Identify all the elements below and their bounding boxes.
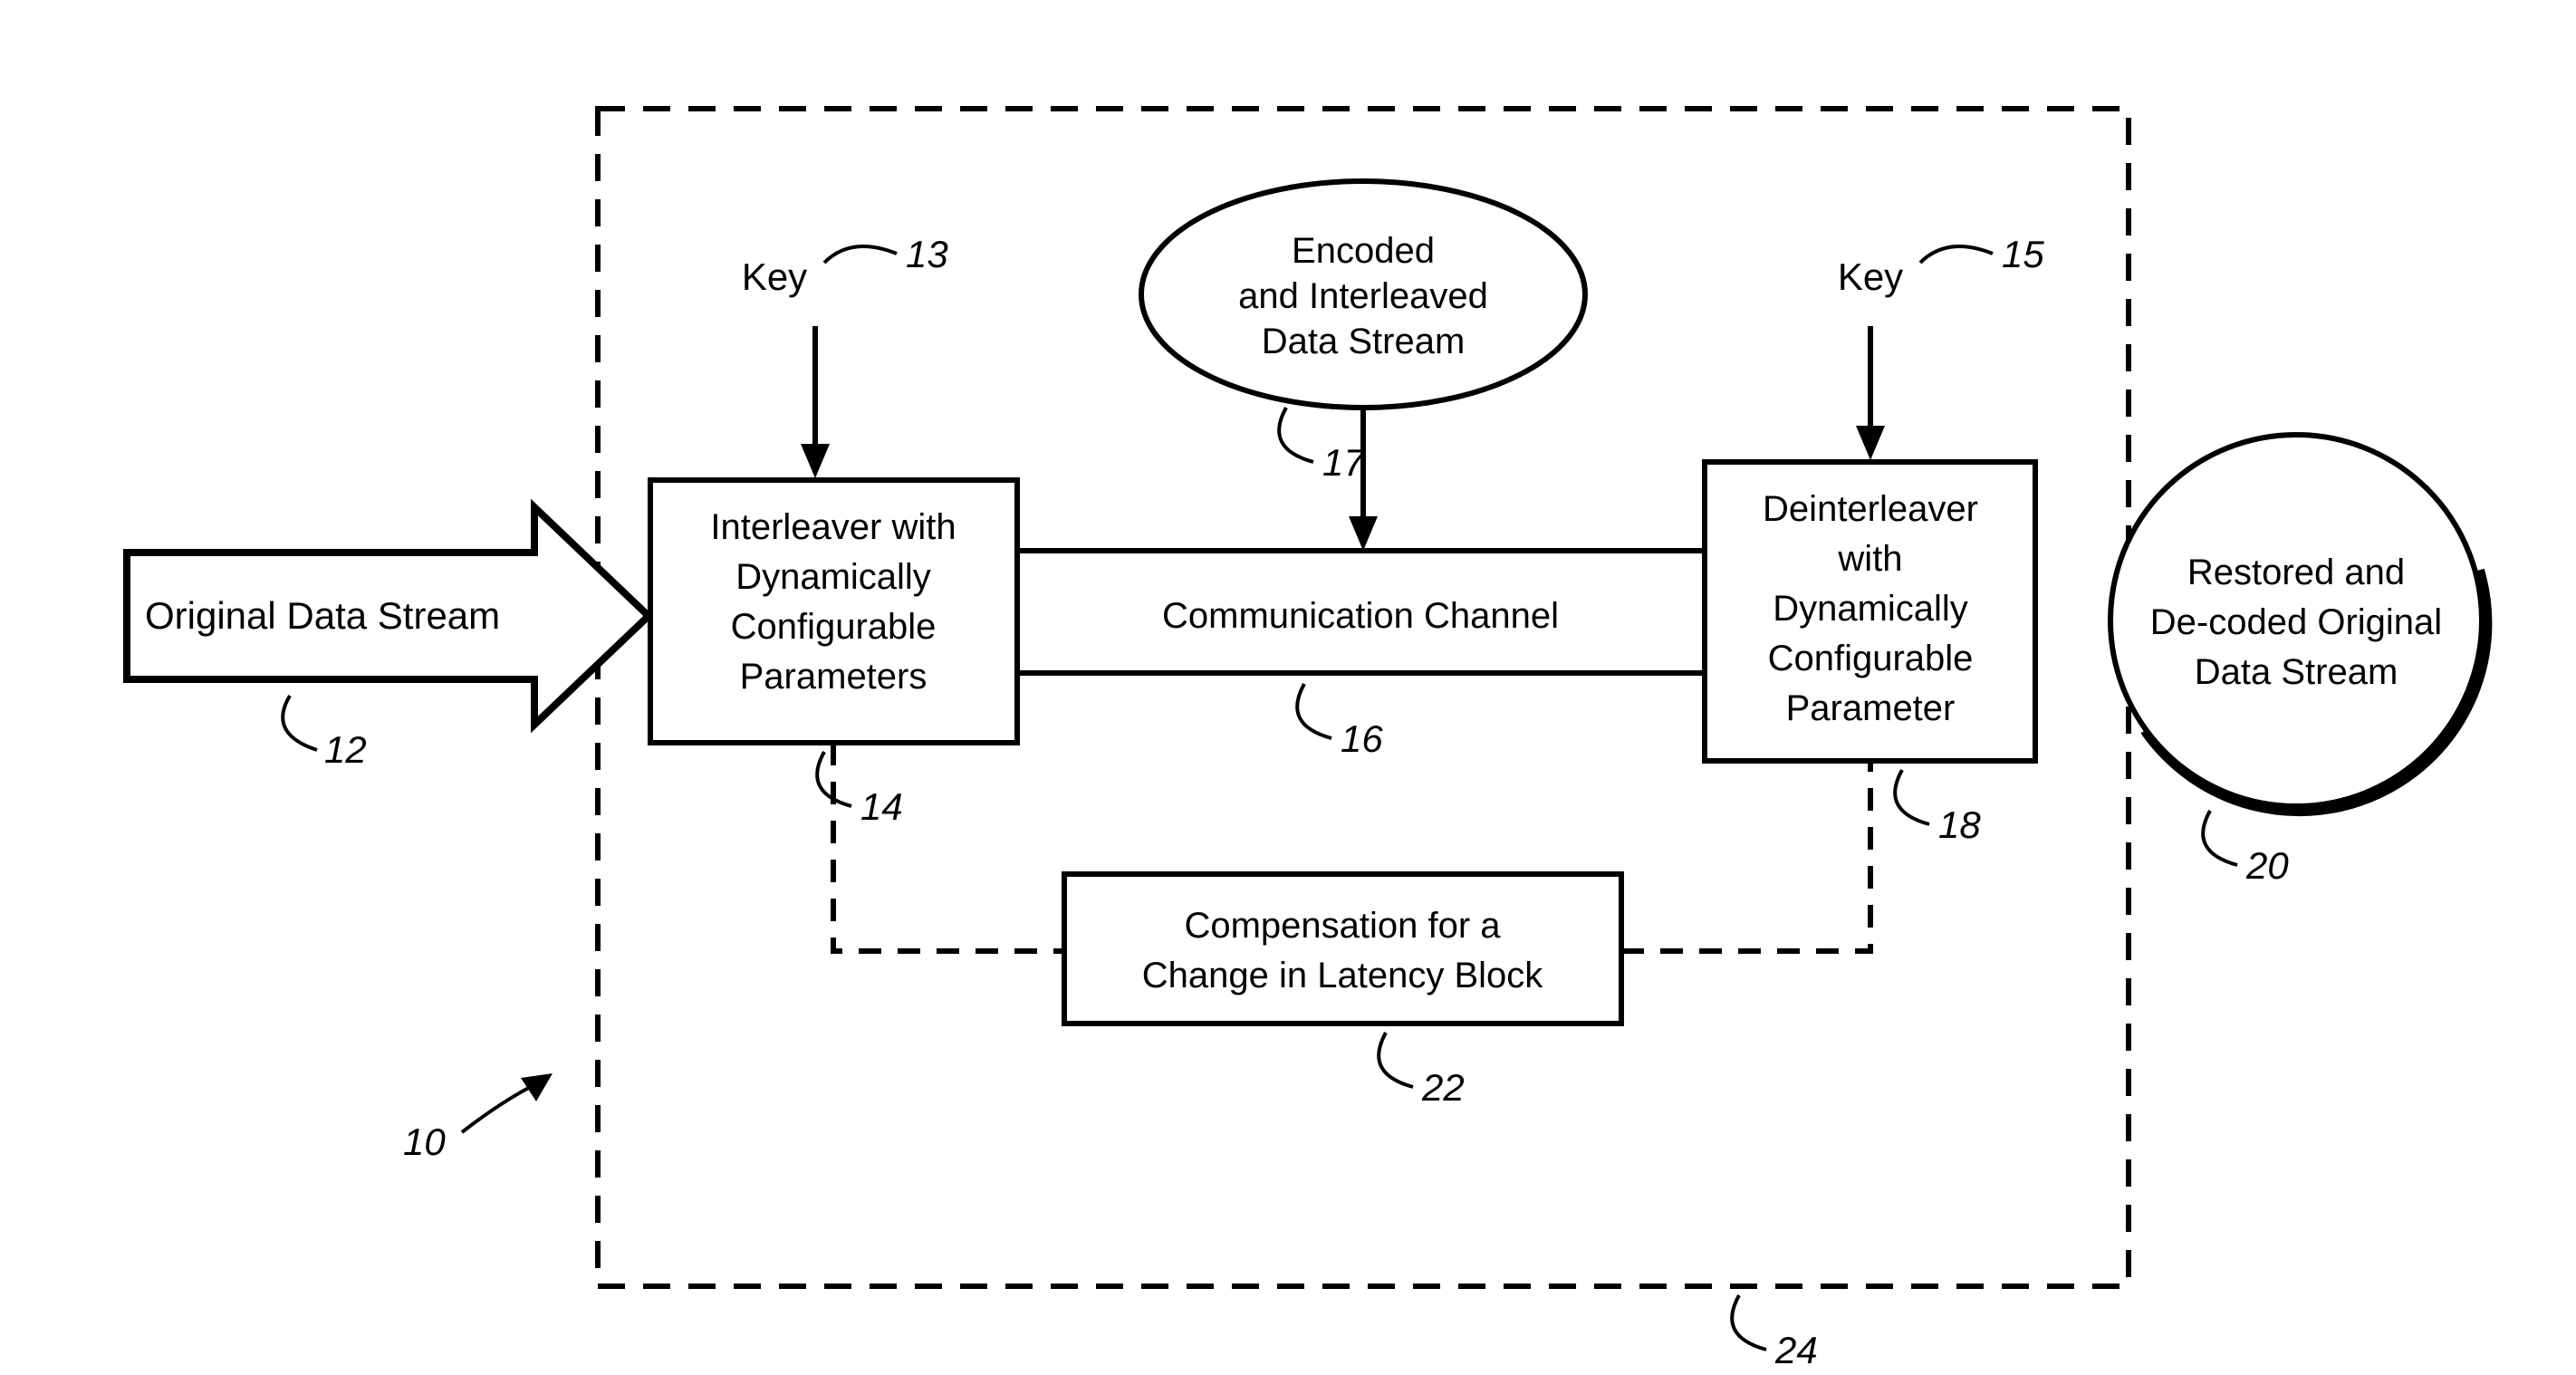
svg-text:Communication Channel: Communication Channel: [1162, 596, 1559, 636]
svg-text:15: 15: [2002, 233, 2044, 275]
ref-16: 16: [1297, 684, 1383, 760]
svg-text:and Interleaved: and Interleaved: [1238, 276, 1488, 316]
svg-text:Key: Key: [742, 255, 807, 298]
compensation-box: Compensation for a Change in Latency Blo…: [1064, 874, 1621, 1024]
svg-text:18: 18: [1938, 803, 1981, 846]
ref-24: 24: [1732, 1295, 1818, 1371]
svg-text:13: 13: [906, 233, 948, 275]
ref-18: 18: [1895, 770, 1981, 846]
channel-box: Communication Channel: [1017, 551, 1705, 673]
svg-text:14: 14: [860, 785, 903, 828]
svg-text:Compensation for a: Compensation for a: [1184, 906, 1501, 946]
svg-text:24: 24: [1774, 1329, 1818, 1371]
svg-text:Data Stream: Data Stream: [1262, 322, 1466, 361]
svg-text:Configurable: Configurable: [731, 607, 937, 647]
ref-22: 22: [1379, 1033, 1465, 1109]
svg-text:De-coded Original: De-coded Original: [2150, 602, 2442, 642]
diagram-svg: Original Data Stream 12 Interleaver with…: [0, 0, 2576, 1375]
svg-text:Dynamically: Dynamically: [735, 557, 931, 597]
input-label: Original Data Stream: [145, 594, 500, 637]
ref-12: 12: [283, 696, 367, 771]
restored-circle: Restored and De-coded Original Data Stre…: [2110, 435, 2485, 809]
svg-text:Parameter: Parameter: [1786, 688, 1956, 728]
svg-text:Key: Key: [1838, 255, 1903, 298]
svg-text:Encoded: Encoded: [1292, 231, 1435, 271]
dashed-right-connector: [1621, 761, 1870, 951]
svg-text:Restored and: Restored and: [2187, 553, 2405, 592]
svg-text:20: 20: [2245, 844, 2289, 887]
svg-text:Deinterleaver: Deinterleaver: [1763, 489, 1978, 529]
dashed-left-connector: [833, 743, 1064, 951]
ref-14: 14: [817, 752, 903, 828]
svg-text:with: with: [1837, 539, 1902, 579]
svg-text:Interleaver with: Interleaver with: [710, 507, 956, 547]
svg-text:Parameters: Parameters: [740, 657, 928, 697]
key-15: Key 15: [1838, 233, 2045, 460]
input-arrow: Original Data Stream: [127, 507, 649, 725]
svg-text:17: 17: [1322, 441, 1366, 484]
svg-text:Change in Latency Block: Change in Latency Block: [1142, 956, 1544, 995]
ref-10: 10: [403, 1073, 553, 1163]
svg-text:16: 16: [1341, 717, 1383, 760]
interleaver-box: Interleaver with Dynamically Configurabl…: [650, 480, 1017, 743]
svg-text:12: 12: [324, 728, 367, 771]
svg-text:Dynamically: Dynamically: [1773, 589, 1968, 629]
svg-text:10: 10: [403, 1120, 446, 1163]
encoded-ellipse: Encoded and Interleaved Data Stream: [1141, 181, 1585, 408]
svg-text:Configurable: Configurable: [1768, 639, 1974, 678]
svg-text:Data Stream: Data Stream: [2195, 652, 2398, 692]
svg-text:22: 22: [1421, 1066, 1465, 1109]
deinterleaver-box: Deinterleaver with Dynamically Configura…: [1705, 462, 2035, 761]
ref-20: 20: [2203, 811, 2289, 887]
key-13: Key 13: [742, 233, 948, 478]
ref-17: 17: [1279, 408, 1366, 484]
